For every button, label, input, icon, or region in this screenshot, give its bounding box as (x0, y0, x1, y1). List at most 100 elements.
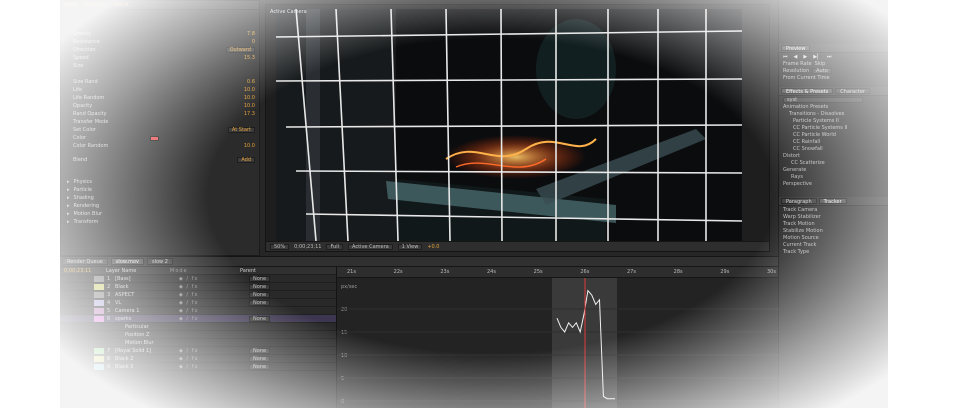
layer-name[interactable]: Motion Blur (115, 340, 179, 346)
about-link[interactable]: About... (114, 2, 134, 8)
effects-tree-item[interactable]: Particle Systems II (779, 117, 888, 124)
composition-viewer[interactable]: Active Camera 50% 0;00;23;11 Full Active… (265, 4, 770, 252)
property-row[interactable]: Direction Outward (61, 46, 259, 54)
color-swatch[interactable] (150, 135, 160, 141)
layer-row[interactable]: 6 sparks ◆ / fx None (60, 315, 336, 323)
layer-label-color[interactable] (94, 307, 104, 314)
layer-switches[interactable]: ◆ / fx (179, 292, 249, 298)
effects-tree-item[interactable]: CC Snowfall (779, 145, 888, 152)
tab-paragraph[interactable]: Paragraph (781, 198, 817, 205)
property-row[interactable]: Life 10.0 (61, 86, 259, 94)
layer-switches[interactable]: ◆ / fx (179, 316, 249, 322)
layer-parent-dropdown[interactable]: None (249, 283, 271, 290)
property-row[interactable]: Size Rand 0.6 (61, 78, 259, 86)
section-shading[interactable]: ▸ Shading (61, 194, 259, 202)
layer-row[interactable]: 4 VL ◆ / fx None (60, 299, 336, 307)
generate-item[interactable]: Rays (779, 173, 888, 180)
layer-switches[interactable]: ◆ / fx (179, 276, 249, 282)
layer-switches[interactable]: ◆ / fx (179, 364, 249, 370)
tracker-item[interactable]: Warp Stabilizer (779, 213, 888, 220)
zoom-dropdown[interactable]: 50% (270, 243, 290, 250)
property-row[interactable]: Blend Add (61, 156, 259, 164)
layer-row[interactable]: 9 Black 3 ◆ / fx None (60, 363, 336, 371)
layer-label-color[interactable] (94, 283, 104, 290)
layer-name[interactable]: Camera 1 (115, 308, 179, 314)
property-row[interactable]: Color (61, 134, 259, 142)
property-row[interactable]: Set Color At Start (61, 126, 259, 134)
section-physics[interactable]: ▸ Physics (61, 178, 259, 186)
timecode-display[interactable]: 0;00;23;11 (294, 244, 321, 250)
tab-slow-mov[interactable]: slow.mov (110, 258, 144, 265)
layer-name[interactable]: Position Z (115, 332, 179, 338)
graph-editor[interactable]: 21s 22s 23s 24s 25s 26s 27s 28s 29s 30s px/sec 20 1… (336, 267, 779, 408)
effects-tree-item[interactable]: CC Particle Systems II (779, 124, 888, 131)
next-frame-icon[interactable]: ▶▏ (813, 54, 821, 60)
viewer-canvas[interactable] (276, 9, 742, 241)
layer-switches[interactable]: ◆ / fx (179, 348, 249, 354)
layer-label-color[interactable] (94, 275, 104, 282)
reset-link[interactable]: Reset (64, 2, 78, 8)
layer-label-color[interactable] (94, 324, 104, 330)
layer-row[interactable]: Position Z (60, 331, 336, 339)
section-motion-blur[interactable]: ▸ Motion Blur (61, 210, 259, 218)
layer-parent-dropdown[interactable]: None (249, 355, 271, 362)
layer-name[interactable]: [Royal Solid 1] (115, 348, 179, 354)
layer-name[interactable]: Black 2 (115, 356, 179, 362)
layer-label-color[interactable] (94, 332, 104, 338)
camera-dropdown[interactable]: Active Camera (348, 243, 393, 250)
resolution-dropdown[interactable]: Auto (812, 67, 832, 74)
distort-item[interactable]: CC Scatterize (779, 159, 888, 166)
effects-tree-item[interactable]: CC Rainfall (779, 138, 888, 145)
tab-render-queue[interactable]: Render Queue (62, 258, 108, 265)
layer-name[interactable]: Black 3 (115, 364, 179, 370)
layer-switches[interactable]: ◆ / fx (179, 284, 249, 290)
views-dropdown[interactable]: 1 View (397, 243, 423, 250)
layer-row[interactable]: 2 Black ◆ / fx None (60, 283, 336, 291)
exposure-value[interactable]: +0.0 (427, 244, 439, 250)
options-link[interactable]: Options... (84, 2, 108, 8)
property-row[interactable]: Gravity 7.8 (61, 30, 259, 38)
set-color-dropdown[interactable]: At Start (227, 127, 255, 133)
tracker-item[interactable]: Motion Source (779, 234, 888, 241)
blend-dropdown[interactable]: Add (237, 157, 255, 163)
layer-name[interactable]: ASPECT (115, 292, 179, 298)
section-rendering[interactable]: ▸ Rendering (61, 202, 259, 210)
layer-parent-dropdown[interactable]: None (249, 275, 271, 282)
play-icon[interactable]: ▶ (803, 54, 807, 60)
tab-character[interactable]: Character (835, 88, 870, 95)
effects-tree-item[interactable]: Animation Presets (779, 103, 888, 110)
layer-name[interactable]: [Bass] (115, 276, 179, 282)
last-frame-icon[interactable]: ⏭ (827, 54, 832, 60)
layer-row[interactable]: 3 ASPECT ◆ / fx None (60, 291, 336, 299)
layer-parent-dropdown[interactable]: None (249, 291, 271, 298)
property-row[interactable]: Color Random 10.0 (61, 142, 259, 150)
property-row[interactable]: Speed 15.3 (61, 54, 259, 62)
layer-label-color[interactable] (94, 291, 104, 298)
layer-row[interactable]: 8 Black 2 ◆ / fx None (60, 355, 336, 363)
tracker-item[interactable]: Track Type (779, 248, 888, 255)
time-ruler[interactable]: 21s 22s 23s 24s 25s 26s 27s 28s 29s 30s (337, 267, 778, 278)
layer-parent-dropdown[interactable]: None (249, 347, 271, 354)
layer-switches[interactable]: ◆ / fx (179, 356, 249, 362)
speed-graph[interactable]: px/sec 20 15 10 5 0 (337, 278, 779, 408)
section-particle[interactable]: ▸ Particle (61, 186, 259, 194)
layer-parent-dropdown[interactable]: None (249, 315, 271, 322)
timeline-timecode[interactable]: 0;00;23;11 (60, 268, 106, 274)
property-row[interactable]: Resistance 0 (61, 38, 259, 46)
layer-row[interactable]: 7 [Royal Solid 1] ◆ / fx None (60, 347, 336, 355)
prev-frame-icon[interactable]: ◀ (794, 54, 798, 60)
layer-switches[interactable]: ◆ / fx (179, 308, 249, 314)
effects-tree-item[interactable]: CC Particle World (779, 131, 888, 138)
layer-label-color[interactable] (94, 315, 104, 322)
layer-label-color[interactable] (94, 347, 104, 354)
layer-row[interactable]: Particular (60, 323, 336, 331)
tab-effects-presets[interactable]: Effects & Presets (781, 88, 834, 95)
property-row[interactable]: Life Random 10.0 (61, 94, 259, 102)
layer-name[interactable]: sparks (115, 316, 179, 322)
layer-label-color[interactable] (94, 299, 104, 306)
layer-switches[interactable]: ◆ / fx (179, 300, 249, 306)
property-row[interactable]: Opacity 10.0 (61, 102, 259, 110)
layer-name[interactable]: VL (115, 300, 179, 306)
tab-slow-2[interactable]: slow 2 (147, 258, 173, 265)
preview-controls[interactable]: ⏮ ◀ ▶ ▶▏ ⏭ (779, 53, 888, 60)
